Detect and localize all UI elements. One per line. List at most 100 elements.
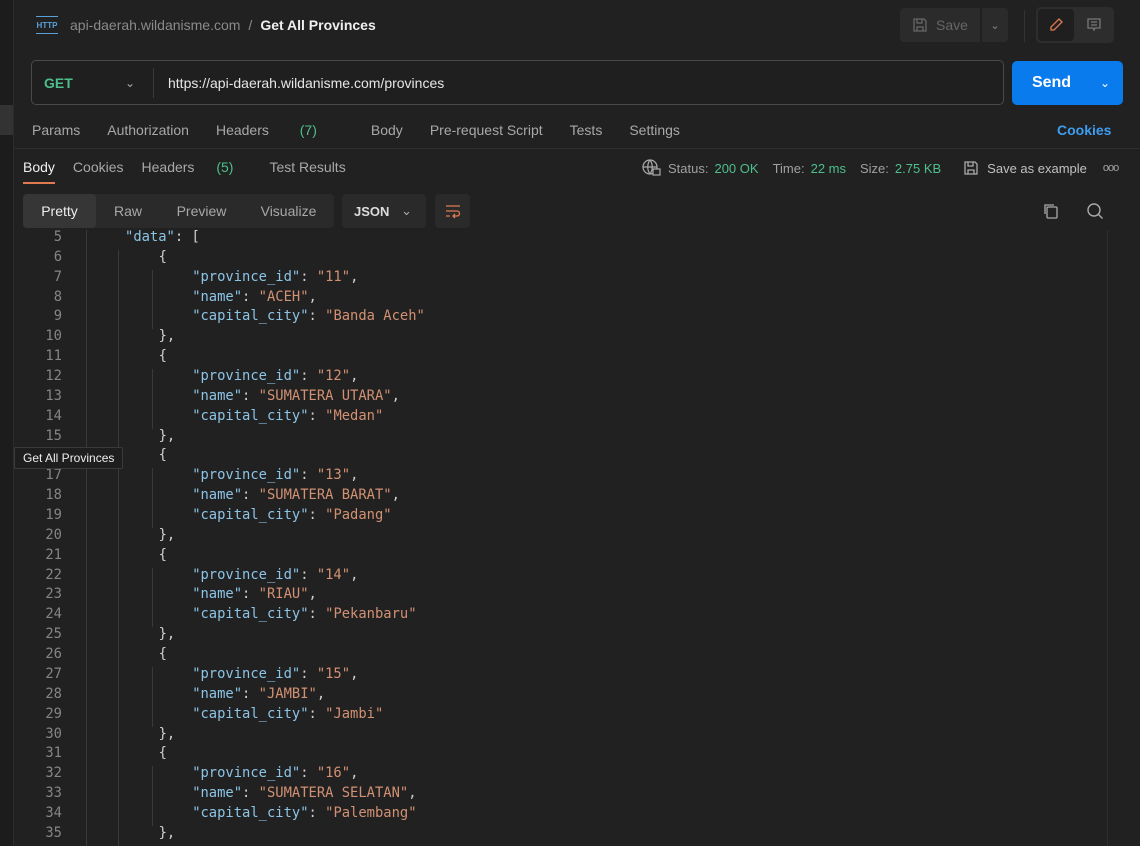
mode-toggle [1036, 7, 1114, 43]
json-bracket: }, [158, 626, 176, 643]
code-line: 20}, [14, 525, 1104, 545]
tab-settings[interactable]: Settings [629, 122, 680, 138]
json-string: 13 [325, 467, 342, 484]
sidebar-selected-item[interactable] [0, 105, 13, 135]
code-text: "name": "ACEH", [192, 288, 317, 305]
response-meta: Status: 200 OK Time: 22 ms Size: 2.75 KB… [642, 159, 1119, 177]
time-value[interactable]: 22 ms [811, 161, 846, 176]
line-number: 25 [45, 626, 62, 643]
json-key: province_id [200, 467, 292, 484]
status-value[interactable]: 200 OK [714, 161, 758, 176]
globe-lock-icon[interactable] [642, 159, 662, 177]
save-dropdown-chevron-icon[interactable]: ⌄ [982, 8, 1008, 42]
url-input[interactable]: https://api-daerah.wildanisme.com/provin… [154, 75, 444, 91]
json-bracket: }, [158, 725, 176, 742]
code-text: }, [159, 724, 176, 744]
tab-response-cookies[interactable]: Cookies [73, 159, 124, 175]
wrap-lines-icon[interactable] [435, 194, 470, 228]
tab-pre-request-script[interactable]: Pre-request Script [430, 122, 543, 138]
code-text: "province_id": "15", [192, 665, 359, 682]
send-button[interactable]: Send ⌄ [1012, 61, 1123, 105]
line-number: 31 [45, 745, 62, 762]
view-raw[interactable]: Raw [96, 194, 160, 228]
code-line: 28 "name": "JAMBI", [14, 684, 1104, 704]
request-title[interactable]: Get All Provinces [260, 17, 375, 33]
tab-response-headers[interactable]: Headers (5) [142, 159, 252, 175]
json-bracket: }, [158, 427, 176, 444]
json-bracket: }, [158, 328, 176, 345]
tab-headers[interactable]: Headers (7) [216, 122, 344, 138]
tooltip: Get All Provinces [14, 447, 124, 469]
line-number: 33 [45, 785, 62, 802]
size-value[interactable]: 2.75 KB [895, 161, 941, 176]
tab-tests[interactable]: Tests [570, 122, 603, 138]
more-options-icon[interactable]: ooo [1103, 162, 1119, 174]
code-line: 31 { [14, 743, 1104, 763]
format-select[interactable]: JSON ⌄ [342, 194, 426, 228]
comment-icon[interactable] [1076, 9, 1112, 41]
view-visualize[interactable]: Visualize [243, 194, 334, 228]
response-body-editor[interactable]: 5 "data": [6{7 "province_id": "11", 8 "name"… [14, 230, 1108, 846]
code-line: 35}, [14, 823, 1104, 843]
time-label: Time: [772, 160, 805, 176]
send-dropdown-chevron-icon[interactable]: ⌄ [1087, 76, 1123, 90]
method-select[interactable]: GET ⌄ [32, 67, 154, 98]
code-text: { [159, 743, 167, 763]
tab-params[interactable]: Params [32, 122, 80, 138]
line-number: 10 [45, 328, 62, 345]
json-key: capital_city [200, 606, 301, 623]
line-number: 34 [45, 804, 62, 821]
line-number: 14 [45, 407, 62, 424]
save-icon [913, 18, 927, 32]
json-bracket: { [158, 646, 167, 663]
format-value: JSON [354, 203, 390, 219]
view-mode-segment: Pretty Raw Preview Visualize [23, 194, 334, 228]
tab-headers-label: Headers [215, 122, 269, 138]
code-line: 16{ [14, 445, 1104, 465]
save-as-example-button[interactable]: Save as example [963, 160, 1087, 176]
cookies-link[interactable]: Cookies [1057, 122, 1111, 138]
save-button[interactable]: Save [900, 8, 980, 42]
code-text: "capital_city": "Banda Aceh" [192, 308, 425, 325]
save-as-example-label: Save as example [987, 160, 1087, 176]
code-text: "name": "SUMATERA BARAT", [192, 487, 400, 504]
code-line: 9 "capital_city": "Banda Aceh" [14, 306, 1104, 326]
code-line: 10}, [14, 326, 1104, 346]
tab-authorization[interactable]: Authorization [107, 122, 189, 138]
code-text: "capital_city": "Pekanbaru" [192, 606, 417, 623]
line-number: 7 [53, 268, 62, 285]
line-number: 22 [45, 566, 62, 583]
json-string: Medan [333, 407, 375, 424]
code-text: "capital_city": "Padang" [192, 507, 392, 524]
pencil-icon[interactable] [1038, 9, 1074, 41]
save-icon [964, 161, 978, 175]
code-line: 18 "name": "SUMATERA BARAT", [14, 485, 1104, 505]
code-text: }, [159, 525, 176, 545]
line-number: 30 [45, 725, 62, 742]
tab-response-body[interactable]: Body [23, 159, 55, 184]
tab-response-headers-label: Headers [141, 159, 195, 175]
line-number: 24 [45, 606, 62, 623]
tab-test-results[interactable]: Test Results [269, 159, 345, 175]
line-number: 35 [45, 824, 62, 841]
tab-body[interactable]: Body [371, 122, 403, 138]
line-number: 20 [45, 526, 62, 543]
chevron-down-icon: ⌄ [124, 75, 135, 90]
view-pretty[interactable]: Pretty [23, 194, 96, 228]
json-bracket: { [158, 546, 167, 563]
line-number: 28 [45, 685, 62, 702]
search-icon[interactable] [1086, 202, 1104, 223]
copy-icon[interactable] [1042, 202, 1060, 223]
status-label: Status: [668, 160, 709, 176]
json-key: province_id [200, 566, 292, 583]
code-line: 15}, [14, 426, 1104, 446]
code-text: "province_id": "14", [192, 566, 359, 583]
save-group: Save ⌄ [900, 8, 1008, 42]
json-key: province_id [200, 665, 292, 682]
json-key: name [200, 387, 234, 404]
view-preview[interactable]: Preview [160, 194, 243, 228]
code-text: }, [159, 624, 176, 644]
divider [1024, 10, 1025, 42]
breadcrumb-collection[interactable]: api-daerah.wildanisme.com [70, 17, 240, 33]
line-number: 23 [45, 586, 62, 603]
